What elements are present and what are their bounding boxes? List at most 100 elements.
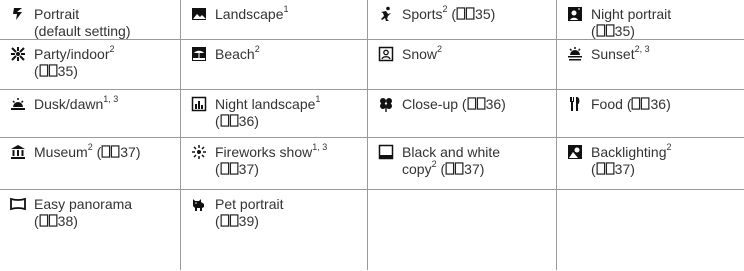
scene-mode-label: Night landscape1 (36) bbox=[215, 94, 363, 131]
page-reference[interactable]: (37) bbox=[97, 144, 141, 160]
table-row: Portrait (default setting) Landscape1 Sport… bbox=[0, 0, 744, 40]
table-cell: Museum2 (37) bbox=[0, 138, 180, 189]
mode-name: Pet portrait bbox=[215, 196, 284, 212]
table-cell: Close-up (36) bbox=[367, 90, 556, 137]
page-number: 35 bbox=[614, 23, 631, 39]
mode-name-continued: (default setting) bbox=[34, 23, 131, 39]
backlighting-icon bbox=[567, 144, 583, 160]
page-reference[interactable]: (38) bbox=[34, 213, 78, 229]
mode-name: Party/indoor bbox=[34, 46, 110, 62]
mode-name: Portrait bbox=[34, 6, 80, 22]
page-reference[interactable]: (37) bbox=[591, 161, 635, 177]
table-row: Museum2 (37) Fireworks show1, 3(37) Black … bbox=[0, 138, 744, 190]
table-cell: Easy panorama(38) bbox=[0, 190, 180, 270]
table-cell: Night portrait(35) bbox=[556, 0, 744, 39]
table-cell: Night landscape1 (36) bbox=[180, 90, 367, 137]
footnote-marker: 1 bbox=[283, 4, 289, 15]
mode-name: Snow bbox=[402, 46, 438, 62]
footnote-marker: 2 bbox=[87, 142, 93, 153]
page-number: 38 bbox=[57, 213, 74, 229]
sunset-icon bbox=[567, 46, 583, 62]
landscape-icon bbox=[191, 6, 207, 22]
book-icon bbox=[467, 97, 486, 112]
book-icon bbox=[445, 162, 464, 177]
scene-mode-label: Backlighting2 (37) bbox=[591, 142, 740, 179]
table-cell: Party/indoor2 (35) bbox=[0, 40, 180, 89]
night-portrait-icon bbox=[567, 6, 583, 22]
easy-panorama-icon bbox=[10, 196, 26, 212]
table-cell bbox=[556, 190, 744, 270]
fireworks-icon bbox=[191, 144, 207, 160]
book-icon bbox=[220, 162, 239, 177]
table-cell: Beach2 bbox=[180, 40, 367, 89]
page-reference[interactable]: (36) bbox=[627, 96, 671, 112]
footnote-marker: 2 bbox=[437, 44, 443, 55]
page-number: 37 bbox=[238, 161, 255, 177]
table-cell: Snow2 bbox=[367, 40, 556, 89]
scene-mode-label: Party/indoor2 (35) bbox=[34, 44, 176, 81]
scene-mode-table: Portrait (default setting) Landscape1 Sport… bbox=[0, 0, 744, 271]
footnote-marker: 2 bbox=[666, 142, 672, 153]
table-cell bbox=[367, 190, 556, 270]
mode-name: Fireworks show bbox=[215, 144, 313, 160]
table-cell: Dusk/dawn1, 3 bbox=[0, 90, 180, 137]
footnote-marker: 2 bbox=[442, 4, 448, 15]
page-reference[interactable]: (39) bbox=[215, 213, 259, 229]
scene-mode-label: Dusk/dawn1, 3 bbox=[34, 94, 176, 113]
scene-mode-label: Fireworks show1, 3 (37) bbox=[215, 142, 363, 179]
mode-name: Beach bbox=[215, 46, 255, 62]
table-row: Easy panorama(38) Pet portrait(39) bbox=[0, 190, 744, 270]
pet-portrait-icon bbox=[191, 196, 207, 212]
page-number: 39 bbox=[238, 213, 255, 229]
book-icon bbox=[220, 114, 239, 129]
museum-icon bbox=[10, 144, 26, 160]
table-cell: Food (36) bbox=[556, 90, 744, 137]
book-icon bbox=[39, 214, 58, 229]
page-reference[interactable]: (36) bbox=[215, 113, 259, 129]
mode-name: Night landscape bbox=[215, 96, 316, 112]
mode-name: Sports bbox=[402, 6, 443, 22]
mode-name: Sunset bbox=[591, 46, 635, 62]
mode-name: Landscape bbox=[215, 6, 284, 22]
mode-name: Black and white bbox=[402, 144, 501, 160]
footnote-marker: 1, 3 bbox=[103, 94, 119, 105]
footnote-marker: 1 bbox=[315, 94, 321, 105]
scene-mode-label: Close-up (36) bbox=[402, 96, 552, 114]
book-icon bbox=[39, 64, 58, 79]
footnote-marker: 2 bbox=[431, 159, 437, 170]
page-reference[interactable]: (37) bbox=[440, 161, 484, 177]
scene-mode-label: Snow2 bbox=[402, 44, 552, 63]
page-number: 36 bbox=[238, 113, 255, 129]
table-cell: Portrait (default setting) bbox=[0, 0, 180, 39]
mode-name: Night portrait bbox=[591, 6, 672, 22]
book-icon bbox=[631, 97, 650, 112]
book-icon bbox=[220, 214, 239, 229]
footnote-marker: 1, 3 bbox=[312, 142, 328, 153]
scene-mode-label: Portrait (default setting) bbox=[34, 6, 176, 40]
page-reference[interactable]: (36) bbox=[462, 96, 506, 112]
mode-name: Easy panorama bbox=[34, 196, 133, 212]
sports-icon bbox=[378, 6, 394, 22]
scene-mode-label: Pet portrait(39) bbox=[215, 196, 363, 231]
page-reference[interactable]: (35) bbox=[34, 63, 78, 79]
footnote-marker: 2 bbox=[109, 44, 115, 55]
page-reference[interactable]: (37) bbox=[215, 161, 259, 177]
scene-mode-label: Sports2 (35) bbox=[402, 4, 552, 24]
table-row: Dusk/dawn1, 3 Night landscape1(36) Close-u… bbox=[0, 90, 744, 138]
book-icon bbox=[596, 162, 615, 177]
mode-name-continued: copy bbox=[402, 161, 432, 177]
page-number: 35 bbox=[475, 6, 491, 22]
page-reference[interactable]: (35) bbox=[451, 6, 495, 22]
beach-icon bbox=[191, 46, 207, 62]
scene-mode-label: Museum2 (37) bbox=[34, 142, 176, 162]
close-up-icon bbox=[378, 96, 394, 112]
night-landscape-icon bbox=[191, 96, 207, 112]
table-cell: Backlighting2 (37) bbox=[556, 138, 744, 189]
table-cell: Sunset2, 3 bbox=[556, 40, 744, 89]
book-icon bbox=[101, 145, 120, 160]
page-number: 37 bbox=[120, 144, 136, 160]
mode-name: Backlighting bbox=[591, 144, 667, 160]
page-reference[interactable]: (35) bbox=[591, 23, 635, 39]
scene-mode-label: Night portrait(35) bbox=[591, 6, 740, 41]
scene-mode-label: Black and white copy2 (37) bbox=[402, 144, 552, 179]
